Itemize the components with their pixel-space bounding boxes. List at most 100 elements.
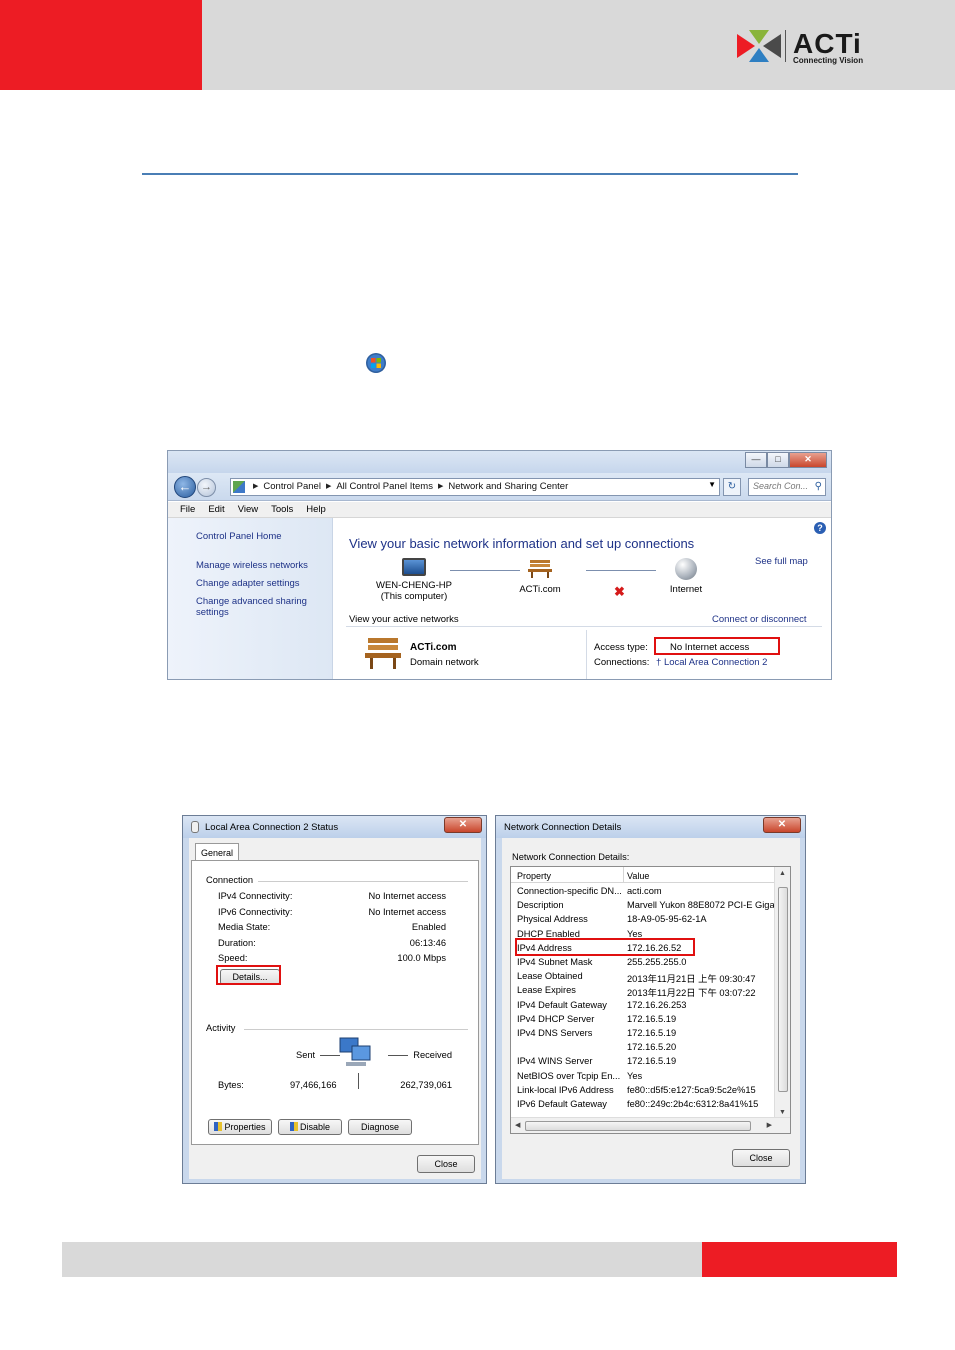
acti-logo-icon <box>737 30 781 62</box>
menu-edit[interactable]: Edit <box>202 502 231 517</box>
properties-button[interactable]: Properties <box>208 1119 272 1135</box>
row-value: 172.16.26.253 <box>627 999 687 1010</box>
menu-tools[interactable]: Tools <box>265 502 300 517</box>
general-panel: Connection IPv4 Connectivity: No Interne… <box>191 860 479 1145</box>
menu-view[interactable]: View <box>232 502 265 517</box>
help-icon[interactable]: ? <box>814 522 826 534</box>
breadcrumb-network-center[interactable]: Network and Sharing Center <box>448 481 568 493</box>
dialog-close-icon[interactable]: ✕ <box>444 817 482 833</box>
row-property: IPv6 Default Gateway <box>517 1099 607 1109</box>
back-arrow-icon[interactable]: ← <box>174 476 196 498</box>
row-property: Connection-specific DN... <box>517 886 622 896</box>
forward-arrow-icon[interactable]: → <box>197 478 216 497</box>
diagnose-button[interactable]: Diagnose <box>348 1119 412 1135</box>
see-full-map-link[interactable]: See full map <box>755 556 808 567</box>
row-value: 172.16.5.19 <box>627 1056 677 1067</box>
table-row[interactable]: Description Marvell Yukon 88E8072 PCI-E G… <box>511 899 784 913</box>
connection-line <box>586 570 656 571</box>
dialog-close-icon[interactable]: ✕ <box>763 817 801 833</box>
link-control-panel-home[interactable]: Control Panel Home <box>196 531 282 542</box>
horizontal-scrollbar[interactable]: ◀ ▶ <box>511 1117 790 1133</box>
node-domain-name: ACTi.com <box>519 584 561 595</box>
details-close-button[interactable]: Close <box>732 1149 790 1167</box>
table-row[interactable]: Link-local IPv6 Address fe80::d5f5:e127:5… <box>511 1084 775 1098</box>
search-icon[interactable]: ⚲ <box>815 481 822 492</box>
table-row[interactable]: IPv4 Default Gateway 172.16.26.253 <box>511 999 775 1013</box>
column-divider[interactable] <box>623 867 624 883</box>
horizontal-scroll-thumb[interactable] <box>525 1121 751 1131</box>
maximize-button[interactable]: □ <box>767 452 789 468</box>
link-change-advanced-sharing[interactable]: Change advanced sharing settings <box>196 596 316 618</box>
ipv4-connectivity-label: IPv4 Connectivity: <box>218 891 293 901</box>
scroll-up-icon[interactable]: ▲ <box>779 870 786 877</box>
search-placeholder: Search Con... <box>753 481 809 491</box>
connections-link-text: Local Area Connection 2 <box>663 657 768 668</box>
vertical-scroll-thumb[interactable] <box>778 887 788 1092</box>
close-button[interactable]: ✕ <box>789 452 827 468</box>
refresh-icon[interactable]: ↻ <box>723 478 741 496</box>
table-row[interactable]: IPv4 DHCP Server 172.16.5.19 <box>511 1013 775 1027</box>
menu-file[interactable]: File <box>174 502 202 517</box>
row-property: Lease Expires <box>517 985 576 996</box>
table-row[interactable]: NetBIOS over Tcpip En... Yes <box>511 1070 775 1084</box>
address-bar[interactable]: ▶ Control Panel ▶ All Control Panel Item… <box>230 478 720 496</box>
media-state-label: Media State: <box>218 922 271 932</box>
ipv6-connectivity-value: No Internet access <box>368 907 446 917</box>
breadcrumb-control-panel[interactable]: Control Panel <box>263 481 321 493</box>
bytes-sent-value: 97,466,166 <box>290 1080 337 1090</box>
breadcrumb-all-items[interactable]: All Control Panel Items <box>336 481 433 493</box>
highlight-box <box>515 938 695 956</box>
address-dropdown-icon[interactable]: ▼ <box>708 480 716 489</box>
status-close-button[interactable]: Close <box>417 1155 475 1173</box>
media-state-value: Enabled <box>411 922 446 932</box>
network-name: ACTi.com <box>410 642 457 653</box>
link-manage-wireless[interactable]: Manage wireless networks <box>196 560 308 571</box>
column-property[interactable]: Property <box>517 871 551 881</box>
duration-value: 06:13:46 <box>409 938 446 948</box>
connection-group-label: Connection <box>206 875 254 885</box>
scroll-right-icon[interactable]: ▶ <box>767 1121 772 1129</box>
menu-help[interactable]: Help <box>300 502 333 517</box>
connection-status-dialog: Local Area Connection 2 Status ✕ General… <box>182 815 487 1184</box>
table-row[interactable]: Lease Expires 2013年11月22日 下午 03:07:22 <box>511 984 775 998</box>
connections-link[interactable]: † Local Area Connection 2 <box>656 657 767 668</box>
scroll-left-icon[interactable]: ◀ <box>515 1121 520 1129</box>
vertical-scrollbar[interactable]: ▲ ▼ <box>774 867 790 1119</box>
page-heading: View your basic network information and … <box>349 536 695 551</box>
scroll-down-icon[interactable]: ▼ <box>779 1109 786 1116</box>
row-value: Yes <box>627 1070 643 1081</box>
address-toolbar: ← → ▶ Control Panel ▶ All Control Panel … <box>168 473 831 501</box>
divider <box>586 630 587 679</box>
tab-general[interactable]: General <box>195 843 239 861</box>
title-rule <box>142 173 798 175</box>
minimize-button[interactable]: — <box>745 452 767 468</box>
table-row[interactable]: Physical Address 18-A9-05-95-62-1A <box>511 913 775 927</box>
row-property: Lease Obtained <box>517 971 583 982</box>
duration-label: Duration: <box>218 938 256 948</box>
speed-value: 100.0 Mbps <box>397 953 446 963</box>
node-domain: ACTi.com <box>510 558 570 595</box>
search-input[interactable]: Search Con... ⚲ <box>748 478 826 496</box>
acti-logo: ACTi Connecting Vision <box>735 28 875 68</box>
column-value[interactable]: Value <box>627 871 649 881</box>
table-row[interactable]: IPv4 WINS Server 172.16.5.19 <box>511 1055 775 1069</box>
table-row[interactable]: Connection-specific DN... acti.com <box>511 885 775 899</box>
access-type-label: Access type: <box>594 642 648 653</box>
table-row[interactable]: 172.16.5.20 <box>511 1041 775 1055</box>
table-row[interactable]: IPv6 Default Gateway fe80::249c:2b4c:6312… <box>511 1098 775 1112</box>
node-internet-name: Internet <box>669 584 703 595</box>
row-value: 18-A9-05-95-62-1A <box>627 914 707 925</box>
network-type: Domain network <box>410 657 479 668</box>
row-value: acti.com <box>627 886 662 896</box>
breadcrumb-arrow-icon: ▶ <box>253 483 259 490</box>
disable-button[interactable]: Disable <box>278 1119 342 1135</box>
control-panel-icon <box>233 481 245 493</box>
connect-disconnect-link[interactable]: Connect or disconnect <box>712 614 807 625</box>
link-change-adapter[interactable]: Change adapter settings <box>196 578 300 589</box>
dialog-body: Network Connection Details: Property Val… <box>502 838 800 1179</box>
divider <box>358 1073 359 1089</box>
table-row[interactable]: IPv4 Subnet Mask 255.255.255.0 <box>511 956 775 970</box>
table-row[interactable]: IPv4 DNS Servers 172.16.5.19 <box>511 1027 775 1041</box>
menu-bar: File Edit View Tools Help <box>168 502 831 518</box>
table-row[interactable]: Lease Obtained 2013年11月21日 上午 09:30:47 <box>511 970 775 984</box>
